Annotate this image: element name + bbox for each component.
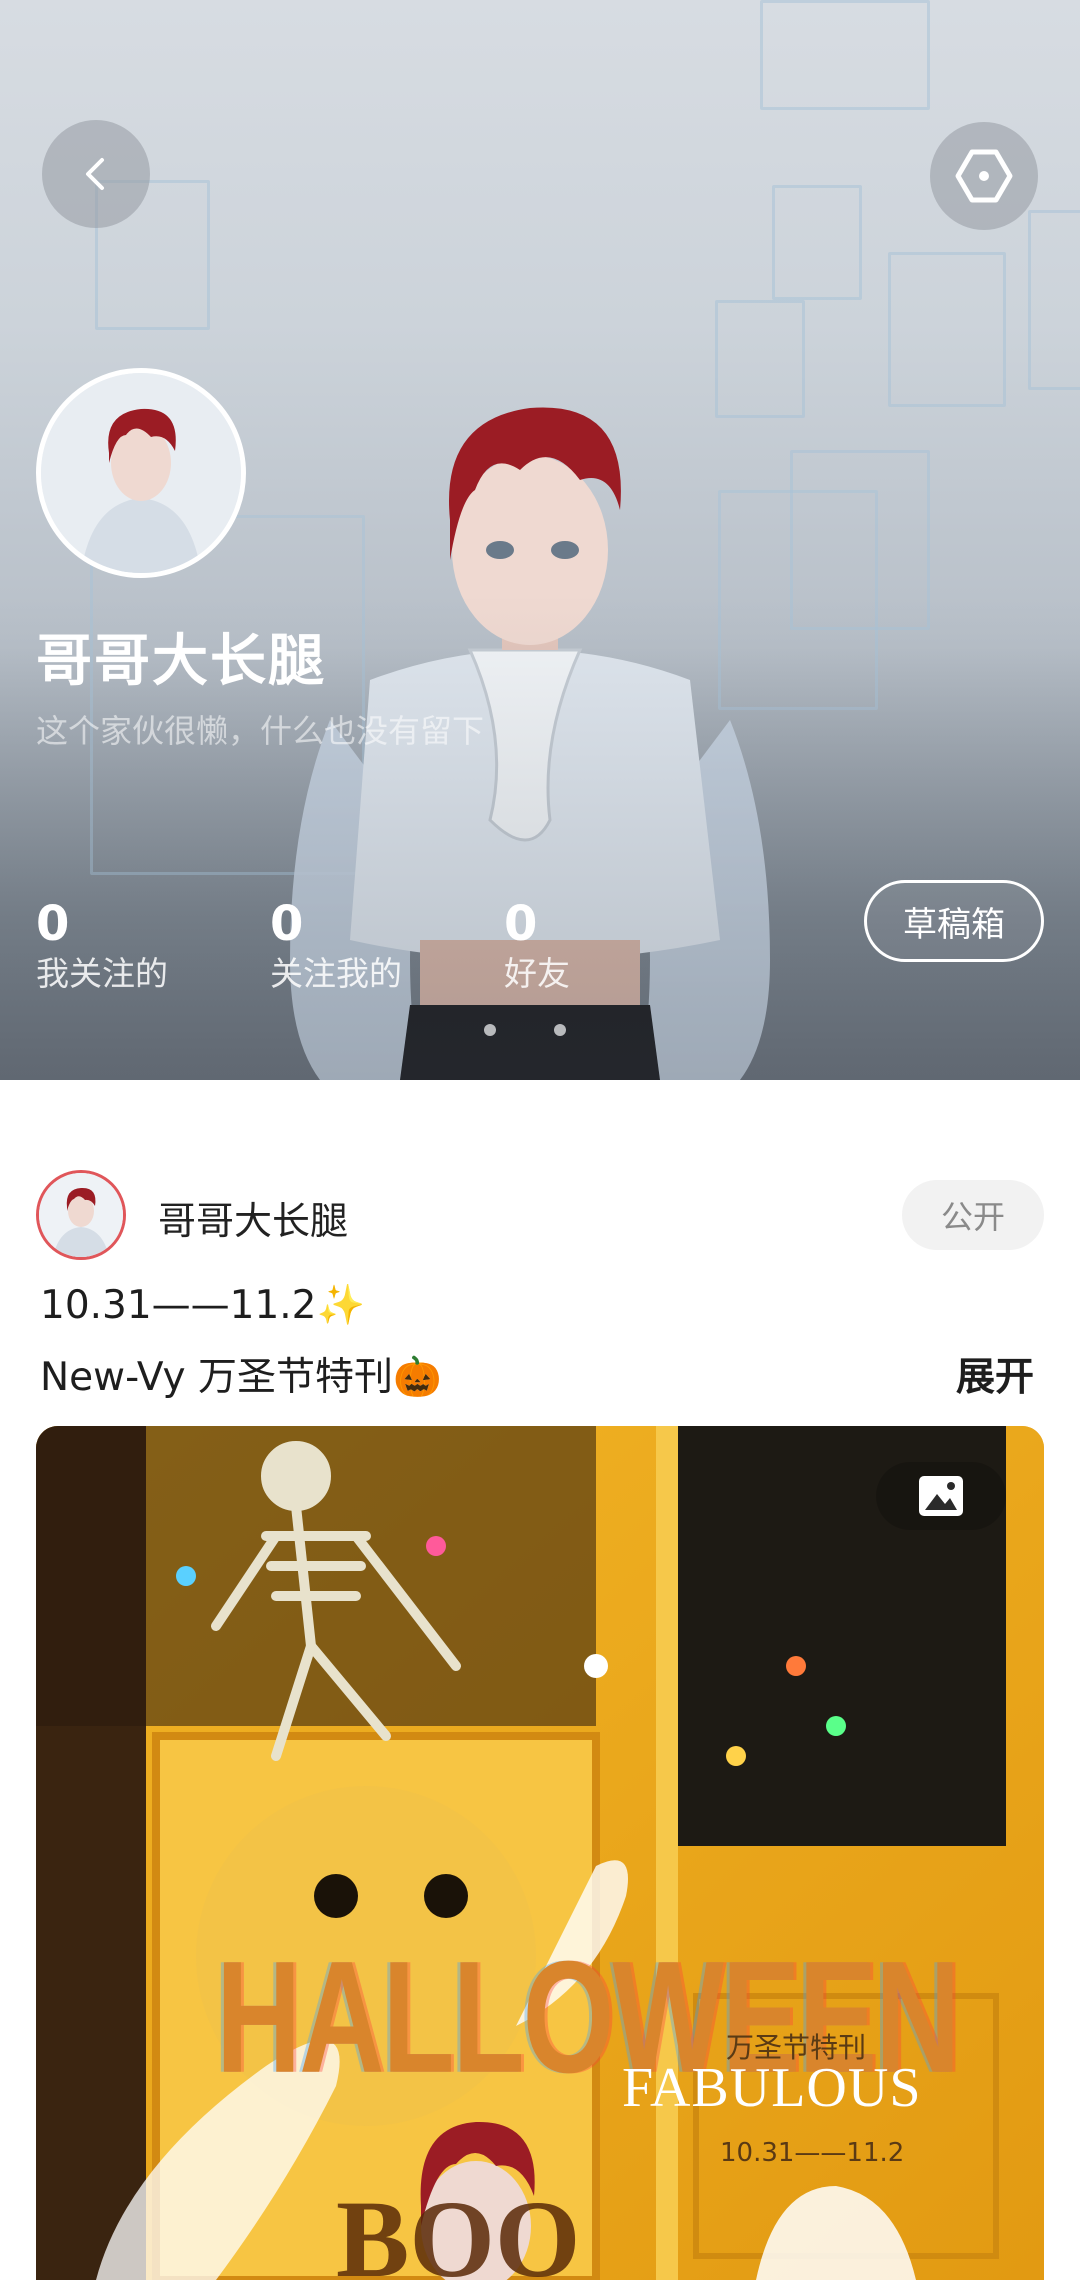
chevron-left-icon: [86, 158, 104, 190]
stat-friends-count: 0: [504, 896, 538, 952]
back-button[interactable]: [42, 120, 150, 228]
post-text-line-2: New-Vy 万圣节特刊🎃: [40, 1355, 442, 1400]
poster-date: 10.31——11.2: [720, 2138, 905, 2168]
drafts-button[interactable]: 草稿箱: [864, 880, 1044, 962]
post-author-avatar[interactable]: [36, 1170, 126, 1260]
avatar-image: [41, 373, 241, 573]
stat-followers-label: 关注我的: [270, 954, 402, 993]
avatar-image: [39, 1173, 123, 1257]
profile-username: 哥哥大长腿: [36, 629, 326, 694]
hexagon-settings-icon: [955, 149, 1013, 203]
stat-friends-label: 好友: [504, 954, 570, 993]
post-image[interactable]: BOO HALLOWEEN 万圣节特刊 FABULOUS 10.31——11.2: [36, 1426, 1044, 2280]
expand-button[interactable]: 展开: [956, 1346, 1034, 1402]
stat-following-count: 0: [36, 896, 70, 952]
profile-avatar[interactable]: [36, 368, 246, 578]
stat-friends[interactable]: 0 好友: [504, 896, 570, 996]
stat-following[interactable]: 0 我关注的: [36, 896, 168, 996]
svg-text:BOO: BOO: [336, 2178, 581, 2280]
settings-button[interactable]: [930, 122, 1038, 230]
post-text-line-1: 10.31——11.2✨: [40, 1283, 366, 1328]
stat-following-label: 我关注的: [36, 954, 168, 993]
profile-bio: 这个家伙很懒，什么也没有留下: [36, 712, 485, 750]
image-type-badge: [876, 1462, 1006, 1530]
stat-followers-count: 0: [270, 896, 304, 952]
poster-fabulous: FABULOUS: [622, 2057, 922, 2119]
profile-header: 哥哥大长腿 这个家伙很懒，什么也没有留下 0 我关注的 0 关注我的 0 好友 …: [0, 0, 1080, 1080]
visibility-badge[interactable]: 公开: [902, 1180, 1044, 1250]
image-icon: [919, 1476, 963, 1516]
post-author-name[interactable]: 哥哥大长腿: [158, 1190, 348, 1245]
post-header: 哥哥大长腿 公开: [0, 1168, 1080, 1264]
stat-followers[interactable]: 0 关注我的: [270, 896, 402, 996]
